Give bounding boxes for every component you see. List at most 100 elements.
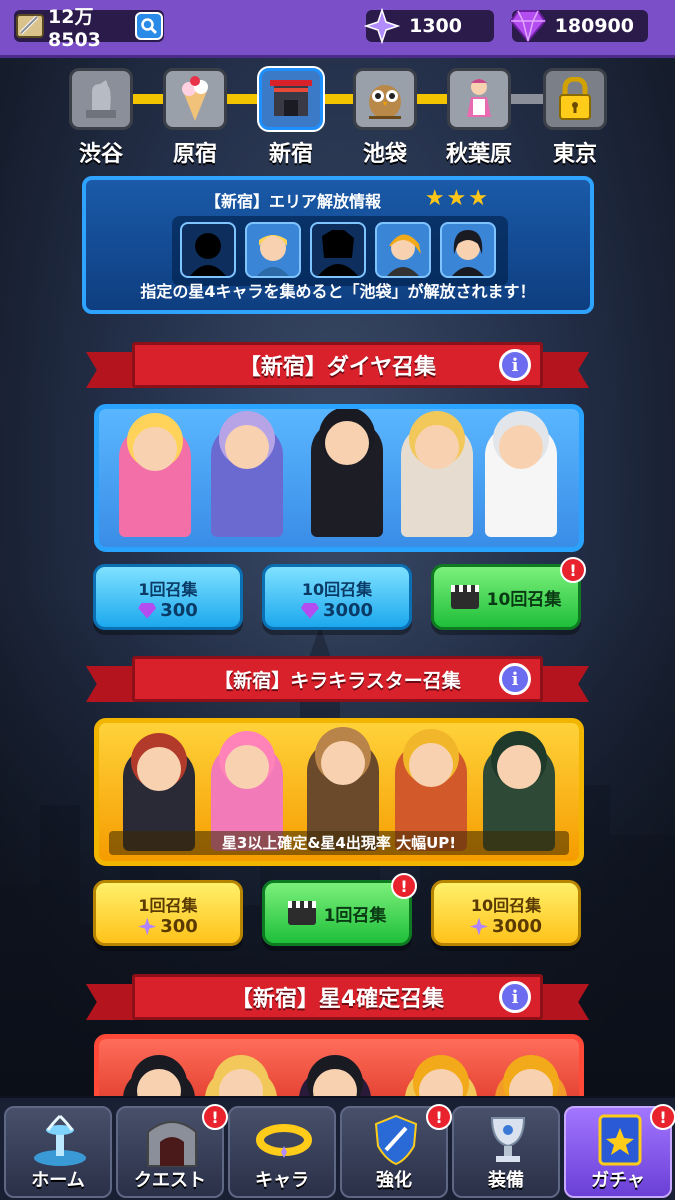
shrine-gate-icon bbox=[259, 68, 323, 130]
diamond-gacha-banner: 【新宿】ダイヤ召集 i bbox=[86, 342, 589, 394]
button-cost: 3000 bbox=[322, 600, 374, 621]
unlock-stars: ★★★ bbox=[424, 186, 490, 211]
sparkle-star-icon bbox=[469, 917, 488, 936]
area-map: 渋谷 原宿 新宿 池袋 秋葉原 東京 bbox=[0, 68, 675, 178]
sparkle-counter: 1300 bbox=[364, 8, 494, 44]
nav-quest[interactable]: クエスト ! bbox=[116, 1104, 228, 1198]
alert-badge: ! bbox=[391, 873, 417, 899]
area-unlock-panel: 【新宿】エリア解放情報 ★★★ 指定の星4キャラを集めると「池袋」が解放されます… bbox=[82, 176, 594, 314]
maid-icon bbox=[447, 68, 511, 130]
owl-icon bbox=[353, 68, 417, 130]
character-figure bbox=[119, 427, 191, 537]
button-cost: 3000 bbox=[491, 916, 543, 937]
star-summon-10-button[interactable]: 10回召集 3000 bbox=[431, 880, 581, 946]
top-resource-bar: 12万8503 1300 180900 bbox=[0, 0, 675, 58]
button-cost: 300 bbox=[160, 600, 198, 621]
nav-equipment[interactable]: 装備 bbox=[452, 1106, 560, 1198]
power-value: 12万8503 bbox=[48, 5, 101, 51]
bottom-navigation: ホーム クエスト ! キャラ 強化 ! 装備 ガチャ ! bbox=[0, 1096, 675, 1200]
character-figure bbox=[401, 425, 473, 537]
area-tokyo[interactable]: 東京 bbox=[530, 68, 620, 168]
crepe-icon bbox=[163, 68, 227, 130]
button-label: 10回召集 bbox=[486, 589, 562, 610]
fountain-icon bbox=[30, 1112, 90, 1168]
star4-gacha-banner: 【新宿】星4確定召集 i bbox=[86, 974, 589, 1026]
area-akihabara[interactable]: 秋葉原 bbox=[434, 68, 524, 168]
gacha-caption: 星3以上確定&星4出現率 大幅UP! bbox=[109, 831, 569, 855]
diamond-summon-10-button[interactable]: 10回召集 3000 bbox=[262, 564, 412, 630]
diamond-gacha-featured-art[interactable] bbox=[94, 404, 584, 552]
section-title: 【新宿】キラキラスター召集 bbox=[132, 656, 543, 702]
required-characters bbox=[172, 216, 508, 286]
nav-character[interactable]: キャラ bbox=[228, 1106, 336, 1198]
diamond-icon bbox=[508, 6, 548, 46]
area-name: 新宿 bbox=[268, 142, 313, 167]
alert-badge: ! bbox=[202, 1104, 228, 1130]
unlock-message: 指定の星4キャラを集めると「池袋」が解放されます！ bbox=[140, 282, 536, 301]
sword-icon bbox=[10, 6, 50, 46]
button-label: 1回召集 bbox=[138, 580, 198, 599]
button-label: 1回召集 bbox=[323, 905, 387, 926]
video-clapper-icon bbox=[450, 585, 479, 609]
button-label: 1回召集 bbox=[138, 896, 198, 915]
character-silhouette[interactable] bbox=[310, 222, 366, 278]
character-figure bbox=[211, 425, 283, 537]
area-name: 秋葉原 bbox=[445, 142, 512, 167]
info-icon: i bbox=[511, 986, 519, 1008]
star-summon-1-button[interactable]: 1回召集 300 bbox=[93, 880, 243, 946]
video-clapper-icon bbox=[287, 901, 316, 925]
character-portrait[interactable] bbox=[440, 222, 496, 278]
area-shibuya[interactable]: 渋谷 bbox=[56, 68, 146, 168]
area-harajuku[interactable]: 原宿 bbox=[150, 68, 240, 168]
nav-home[interactable]: ホーム bbox=[4, 1106, 112, 1198]
alert-badge: ! bbox=[560, 557, 586, 583]
diamond-icon bbox=[138, 602, 157, 619]
nav-upgrade[interactable]: 強化 ! bbox=[340, 1104, 452, 1198]
area-shinjuku[interactable]: 新宿 bbox=[246, 68, 336, 168]
character-figure bbox=[485, 425, 557, 537]
gate-icon bbox=[142, 1112, 202, 1168]
alert-badge: ! bbox=[426, 1104, 452, 1130]
video-summon-1-button[interactable]: 1回召集 ! bbox=[262, 873, 417, 946]
info-icon: i bbox=[511, 354, 519, 376]
area-name: 渋谷 bbox=[78, 142, 123, 167]
area-name: 原宿 bbox=[172, 142, 217, 167]
character-portrait[interactable] bbox=[375, 222, 431, 278]
button-label: 10回召集 bbox=[301, 580, 373, 599]
sparkle-star-icon bbox=[362, 6, 402, 46]
video-summon-10-button[interactable]: 10回召集 ! bbox=[431, 557, 586, 630]
character-figure bbox=[311, 421, 383, 537]
shield-sword-icon bbox=[366, 1112, 426, 1168]
nav-gacha[interactable]: ガチャ ! bbox=[564, 1104, 675, 1198]
search-button[interactable] bbox=[135, 12, 163, 40]
nav-label: クエスト bbox=[134, 1170, 206, 1191]
nav-label: ホーム bbox=[31, 1170, 85, 1191]
info-button[interactable]: i bbox=[499, 981, 531, 1013]
character-portrait[interactable] bbox=[245, 222, 301, 278]
trophy-icon bbox=[478, 1112, 538, 1168]
button-cost: 300 bbox=[160, 916, 198, 937]
alert-badge: ! bbox=[650, 1104, 675, 1130]
button-label: 10回召集 bbox=[470, 896, 542, 915]
info-icon: i bbox=[511, 668, 519, 690]
sparkle-star-icon bbox=[138, 917, 157, 936]
diamond-summon-1-button[interactable]: 1回召集 300 bbox=[93, 564, 243, 630]
sparkle-value: 1300 bbox=[409, 15, 462, 37]
search-icon bbox=[141, 18, 158, 35]
area-ikebukuro[interactable]: 池袋 bbox=[340, 68, 430, 168]
area-name: 池袋 bbox=[362, 142, 407, 167]
nav-label: ガチャ bbox=[591, 1170, 645, 1191]
section-title: 【新宿】ダイヤ召集 bbox=[132, 342, 543, 388]
section-title: 【新宿】星4確定召集 bbox=[132, 974, 543, 1020]
halo-icon bbox=[254, 1112, 314, 1168]
character-silhouette[interactable] bbox=[180, 222, 236, 278]
gacha-book-icon bbox=[590, 1112, 650, 1168]
nav-label: キャラ bbox=[255, 1170, 309, 1191]
star-gacha-featured-art[interactable]: 星3以上確定&星4出現率 大幅UP! bbox=[94, 718, 584, 866]
info-button[interactable]: i bbox=[499, 349, 531, 381]
info-button[interactable]: i bbox=[499, 663, 531, 695]
gem-value: 180900 bbox=[554, 15, 634, 37]
unlock-title: 【新宿】エリア解放情報 bbox=[204, 192, 381, 211]
statue-icon bbox=[69, 68, 133, 130]
lock-icon bbox=[543, 68, 607, 130]
